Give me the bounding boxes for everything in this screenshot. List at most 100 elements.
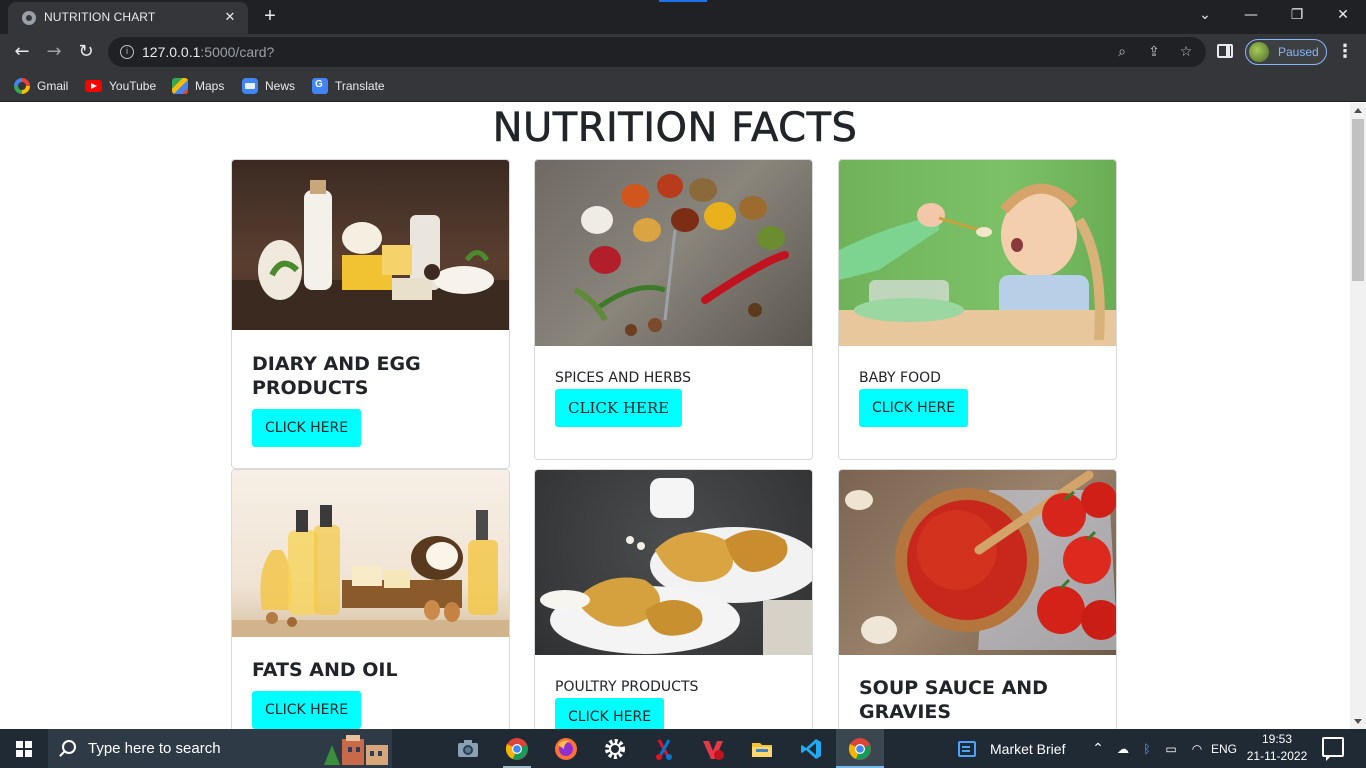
click-here-button-poultry[interactable]: CLICK HERE	[555, 698, 665, 729]
bookmark-news[interactable]: News	[242, 76, 295, 96]
taskbar-settings-app[interactable]	[591, 729, 639, 768]
card-title: BABY FOOD	[859, 370, 941, 386]
search-icon	[62, 740, 76, 754]
bookmarks-bar: Gmail YouTube Maps News Translate	[0, 70, 1366, 102]
v2-app-icon	[703, 741, 724, 760]
scroll-down-arrow-icon[interactable]	[1354, 719, 1362, 724]
maps-icon	[172, 78, 188, 94]
browser-tab-active[interactable]: NUTRITION CHART ✕	[8, 2, 248, 34]
baby-illustration	[839, 183, 1116, 346]
wifi-icon[interactable]: ◠	[1186, 729, 1208, 768]
page-scrollbar[interactable]	[1350, 103, 1366, 729]
click-here-button-fats-oil[interactable]: CLICK HERE	[252, 691, 362, 729]
taskbar-v2-app[interactable]	[689, 729, 737, 768]
settings-gear-icon	[605, 739, 625, 759]
card-title: POULTRY PRODUCTS	[555, 679, 699, 695]
taskbar-firefox-app[interactable]	[542, 729, 590, 768]
news-widget[interactable]: Market Brief	[958, 729, 1065, 768]
chrome-icon	[505, 738, 528, 760]
card-title: SPICES AND HERBS	[555, 370, 692, 386]
page-viewport: NUTRITION FACTS DIARY AND EGG PRODUCTS C…	[0, 103, 1366, 729]
snipping-tool-icon	[656, 739, 672, 760]
card-soup-sauce: SOUP SAUCE AND GRAVIES	[838, 469, 1117, 729]
soup-illustration	[845, 470, 1116, 650]
close-window-button[interactable]: ✕	[1320, 0, 1366, 30]
taskbar-file-explorer-app[interactable]	[738, 729, 786, 768]
search-placeholder: Type here to search	[88, 740, 221, 757]
taskbar-camera-app[interactable]	[444, 729, 492, 768]
poultry-illustration	[540, 478, 812, 655]
restore-button[interactable]: ❐	[1274, 0, 1320, 30]
browser-tab-strip: NUTRITION CHART ✕ + ⌄ — ❐ ✕	[0, 0, 1366, 34]
taskbar-snipping-app[interactable]	[640, 729, 688, 768]
bookmark-youtube[interactable]: YouTube	[85, 76, 156, 96]
back-arrow-icon[interactable]: ←	[8, 38, 36, 66]
card-fats-oil: FATS AND OIL CLICK HERE	[231, 469, 510, 729]
reload-icon[interactable]: ↻	[72, 38, 100, 66]
bookmark-label: Gmail	[37, 79, 69, 93]
gmail-icon	[14, 78, 30, 94]
battery-icon[interactable]: ▭	[1160, 729, 1182, 768]
chrome-menu-icon[interactable]: ⋮	[1336, 40, 1354, 64]
onedrive-cloud-icon[interactable]: ☁	[1112, 729, 1134, 768]
bookmark-label: Translate	[335, 79, 385, 93]
card-baby-food: BABY FOOD CLICK HERE	[838, 159, 1117, 460]
poultry-image	[535, 470, 812, 655]
baby-food-image	[839, 160, 1116, 346]
bookmark-star-icon[interactable]: ☆	[1176, 42, 1196, 62]
chrome-icon	[848, 738, 871, 760]
tab-search-indicator	[659, 0, 707, 2]
new-tab-button[interactable]: +	[258, 5, 282, 29]
clock-date: 21-11-2022	[1246, 749, 1308, 763]
system-clock[interactable]: 19:53 21-11-2022	[1240, 731, 1314, 765]
fats-illustration	[232, 505, 509, 637]
bookmark-gmail[interactable]: Gmail	[14, 76, 68, 96]
minimize-button[interactable]: —	[1228, 0, 1274, 30]
taskbar-chrome-app[interactable]	[493, 729, 541, 768]
news-feed-icon	[958, 740, 976, 757]
news-widget-label: Market Brief	[990, 740, 1066, 757]
zoom-icon[interactable]: ⌕	[1112, 42, 1132, 62]
bluetooth-icon[interactable]: ᛒ	[1138, 729, 1156, 768]
share-icon[interactable]: ⇪	[1144, 42, 1164, 62]
card-poultry: POULTRY PRODUCTS CLICK HERE	[534, 469, 813, 729]
avatar	[1249, 42, 1269, 62]
forward-arrow-icon[interactable]: →	[40, 38, 68, 66]
taskbar-vscode-app[interactable]	[787, 729, 835, 768]
side-panel-icon[interactable]	[1217, 44, 1233, 58]
language-indicator[interactable]: ENG	[1210, 729, 1238, 768]
url-text[interactable]: 127.0.0.1:5000/card?	[142, 44, 274, 60]
soup-sauce-image	[839, 470, 1116, 655]
news-icon	[242, 78, 258, 94]
folder-icon	[752, 743, 772, 757]
address-bar[interactable]: i 127.0.0.1:5000/card? ⌕ ⇪ ☆	[108, 37, 1206, 67]
card-dairy: DIARY AND EGG PRODUCTS CLICK HERE	[231, 159, 510, 469]
clock-time: 19:53	[1261, 732, 1293, 746]
translate-icon	[312, 78, 328, 94]
profile-status: Paused	[1278, 45, 1319, 59]
scroll-up-arrow-icon[interactable]	[1354, 108, 1362, 113]
vscode-icon	[801, 739, 821, 759]
start-button[interactable]	[0, 729, 48, 768]
tab-search-dropdown-icon[interactable]: ⌄	[1182, 0, 1228, 30]
spices-illustration	[573, 174, 789, 336]
notification-center-icon[interactable]	[1322, 737, 1344, 761]
taskbar-search-box[interactable]: Type here to search	[48, 729, 392, 768]
card-title: FATS AND OIL	[252, 659, 398, 681]
windows-logo-icon	[16, 741, 32, 757]
show-hidden-icons-chevron[interactable]: ⌃	[1088, 729, 1108, 768]
windows-taskbar: Type here to search Market Brief ⌃ ☁ ᛒ ▭…	[0, 729, 1366, 768]
bookmark-maps[interactable]: Maps	[172, 76, 224, 96]
click-here-button-dairy[interactable]: CLICK HERE	[252, 409, 362, 447]
close-tab-icon[interactable]: ✕	[220, 8, 240, 28]
taskbar-chrome-active-app[interactable]	[836, 729, 884, 768]
youtube-icon	[85, 80, 102, 92]
dairy-illustration	[232, 180, 509, 330]
click-here-button-spices[interactable]: CLICK HERE	[555, 389, 683, 427]
scrollbar-thumb[interactable]	[1352, 119, 1364, 281]
card-title: DIARY AND EGG PRODUCTS	[252, 353, 421, 399]
profile-button[interactable]: Paused	[1245, 39, 1327, 65]
click-here-button-baby-food[interactable]: CLICK HERE	[859, 389, 969, 427]
bookmark-translate[interactable]: Translate	[312, 76, 385, 96]
site-info-icon[interactable]: i	[120, 45, 134, 59]
